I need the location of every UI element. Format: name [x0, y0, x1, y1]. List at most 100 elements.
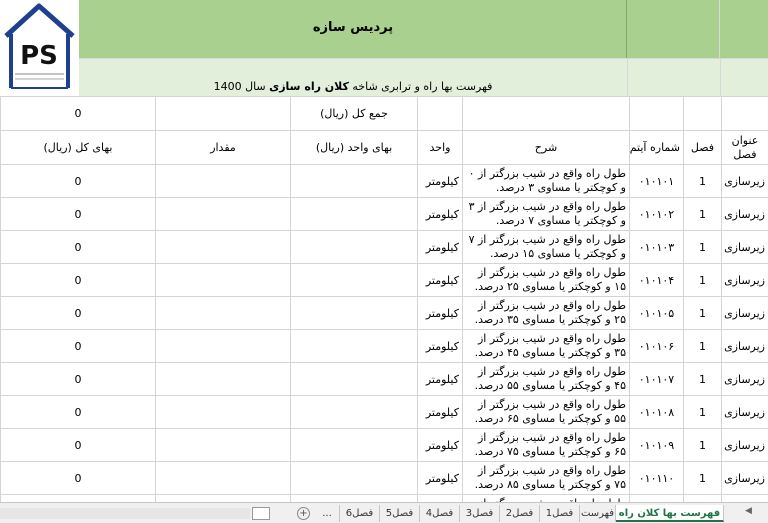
row-title[interactable]: زیرسازی راه	[721, 395, 768, 429]
row-total[interactable]: 0	[0, 494, 156, 502]
row-item-no[interactable]: ۰۱۰۱۰۳	[629, 230, 684, 264]
row-chapter[interactable]: 1	[683, 494, 722, 502]
row-quantity[interactable]	[155, 197, 291, 231]
scroll-thumb[interactable]	[252, 507, 270, 520]
row-unit-price[interactable]	[290, 428, 418, 462]
row-title[interactable]: زیرسازی راه	[721, 329, 768, 363]
spreadsheet-grid[interactable]: 0 جمع کل (ریال) بهای کل (ریال) مقدار بها…	[0, 96, 768, 502]
header-unit-price[interactable]: بهای واحد (ریال)	[290, 130, 418, 165]
row-description[interactable]: طول راه واقع در شیب بزرگتر از ۸۵ و	[462, 494, 630, 502]
row-unit[interactable]: کیلومتر	[417, 428, 463, 462]
header-chapter[interactable]: فصل	[683, 130, 722, 165]
row-description[interactable]: طول راه واقع در شیب بزرگتر از ۰ و کوچکتر…	[462, 164, 630, 198]
row-total[interactable]: 0	[0, 197, 156, 231]
header-quantity[interactable]: مقدار	[155, 130, 291, 165]
row-unit[interactable]: کیلومتر	[417, 197, 463, 231]
row-unit[interactable]: کیلومتر	[417, 329, 463, 363]
row-total[interactable]: 0	[0, 329, 156, 363]
cell[interactable]	[417, 96, 463, 131]
header-unit[interactable]: واحد	[417, 130, 463, 165]
row-item-no[interactable]: ۰۱۰۱۱۰	[629, 461, 684, 495]
row-unit[interactable]: کیلومتر	[417, 263, 463, 297]
row-quantity[interactable]	[155, 494, 291, 502]
cell[interactable]	[462, 96, 630, 131]
row-description[interactable]: طول راه واقع در شیب بزرگتر از ۴۵ و کوچکت…	[462, 362, 630, 396]
row-title[interactable]: زیرسازی راه	[721, 428, 768, 462]
row-unit-price[interactable]	[290, 230, 418, 264]
row-item-no[interactable]: ۰۱۰۱۰۱	[629, 164, 684, 198]
row-chapter[interactable]: 1	[683, 395, 722, 429]
title-band-cell[interactable]	[720, 0, 768, 58]
row-title[interactable]: زیرسازی راه	[721, 164, 768, 198]
sheet-tab[interactable]: فصل6	[340, 505, 380, 522]
row-item-no[interactable]: ۰۱۰۱۰۴	[629, 263, 684, 297]
row-description[interactable]: طول راه واقع در شیب بزرگتر از ۷ و کوچکتر…	[462, 230, 630, 264]
row-unit[interactable]: کیلومتر	[417, 362, 463, 396]
row-quantity[interactable]	[155, 296, 291, 330]
row-title[interactable]: زیرسازی راه	[721, 197, 768, 231]
row-quantity[interactable]	[155, 230, 291, 264]
row-total[interactable]: 0	[0, 230, 156, 264]
row-total[interactable]: 0	[0, 263, 156, 297]
row-quantity[interactable]	[155, 461, 291, 495]
header-title[interactable]: عنوان فصل	[721, 130, 768, 165]
row-chapter[interactable]: 1	[683, 263, 722, 297]
sheet-tab[interactable]: فصل3	[460, 505, 500, 522]
row-unit[interactable]: کیلومتر	[417, 230, 463, 264]
row-unit-price[interactable]	[290, 494, 418, 502]
row-description[interactable]: طول راه واقع در شیب بزرگتر از ۵۵ و کوچکت…	[462, 395, 630, 429]
row-title[interactable]: زیرسازی راه	[721, 494, 768, 502]
horizontal-scrollbar[interactable]	[0, 508, 250, 519]
row-unit-price[interactable]	[290, 197, 418, 231]
row-unit-price[interactable]	[290, 263, 418, 297]
row-chapter[interactable]: 1	[683, 461, 722, 495]
row-item-no[interactable]: ۰۱۰۱۰۶	[629, 329, 684, 363]
row-description[interactable]: طول راه واقع در شیب بزرگتر از ۱۵ و کوچکت…	[462, 263, 630, 297]
row-title[interactable]: زیرسازی راه	[721, 263, 768, 297]
subtitle-band-cell[interactable]	[627, 58, 720, 96]
cell[interactable]	[683, 96, 722, 131]
row-unit-price[interactable]	[290, 164, 418, 198]
row-item-no[interactable]: ۰۱۰۱۰۸	[629, 395, 684, 429]
sheet-tab[interactable]: فصل4	[420, 505, 460, 522]
row-item-no[interactable]: ۰۱۰۱۰۹	[629, 428, 684, 462]
row-unit[interactable]: کیلومتر	[417, 164, 463, 198]
row-unit[interactable]: کیلومتر	[417, 296, 463, 330]
row-title[interactable]: زیرسازی راه	[721, 362, 768, 396]
sheet-tab[interactable]: فصل5	[380, 505, 420, 522]
row-unit-price[interactable]	[290, 461, 418, 495]
header-total[interactable]: بهای کل (ریال)	[0, 130, 156, 165]
row-quantity[interactable]	[155, 428, 291, 462]
row-title[interactable]: زیرسازی راه	[721, 230, 768, 264]
row-chapter[interactable]: 1	[683, 428, 722, 462]
row-description[interactable]: طول راه واقع در شیب بزرگتر از ۳ و کوچکتر…	[462, 197, 630, 231]
row-title[interactable]: زیرسازی راه	[721, 296, 768, 330]
row-total[interactable]: 0	[0, 428, 156, 462]
row-chapter[interactable]: 1	[683, 329, 722, 363]
row-item-no[interactable]: ۰۱۰۱۰۲	[629, 197, 684, 231]
sheet-tab[interactable]: فصل1	[540, 505, 580, 522]
title-band-cell[interactable]	[627, 0, 720, 58]
row-unit-price[interactable]	[290, 395, 418, 429]
row-title[interactable]: زیرسازی راه	[721, 461, 768, 495]
row-total[interactable]: 0	[0, 296, 156, 330]
row-unit[interactable]: کیلومتر	[417, 461, 463, 495]
row-total[interactable]: 0	[0, 461, 156, 495]
row-chapter[interactable]: 1	[683, 362, 722, 396]
summary-label[interactable]: جمع کل (ریال)	[290, 96, 418, 131]
row-item-no[interactable]: ۰۱۰۱۱۱	[629, 494, 684, 502]
row-quantity[interactable]	[155, 395, 291, 429]
add-sheet-button[interactable]: +	[297, 507, 310, 520]
subtitle-band-cell[interactable]	[720, 58, 768, 96]
row-unit[interactable]	[417, 494, 463, 502]
row-item-no[interactable]: ۰۱۰۱۰۷	[629, 362, 684, 396]
row-description[interactable]: طول راه واقع در شیب بزرگتر از ۷۵ و کوچکت…	[462, 461, 630, 495]
row-quantity[interactable]	[155, 263, 291, 297]
row-description[interactable]: طول راه واقع در شیب بزرگتر از ۳۵ و کوچکت…	[462, 329, 630, 363]
row-description[interactable]: طول راه واقع در شیب بزرگتر از ۶۵ و کوچکت…	[462, 428, 630, 462]
row-total[interactable]: 0	[0, 164, 156, 198]
row-chapter[interactable]: 1	[683, 230, 722, 264]
row-chapter[interactable]: 1	[683, 197, 722, 231]
row-quantity[interactable]	[155, 164, 291, 198]
row-quantity[interactable]	[155, 362, 291, 396]
